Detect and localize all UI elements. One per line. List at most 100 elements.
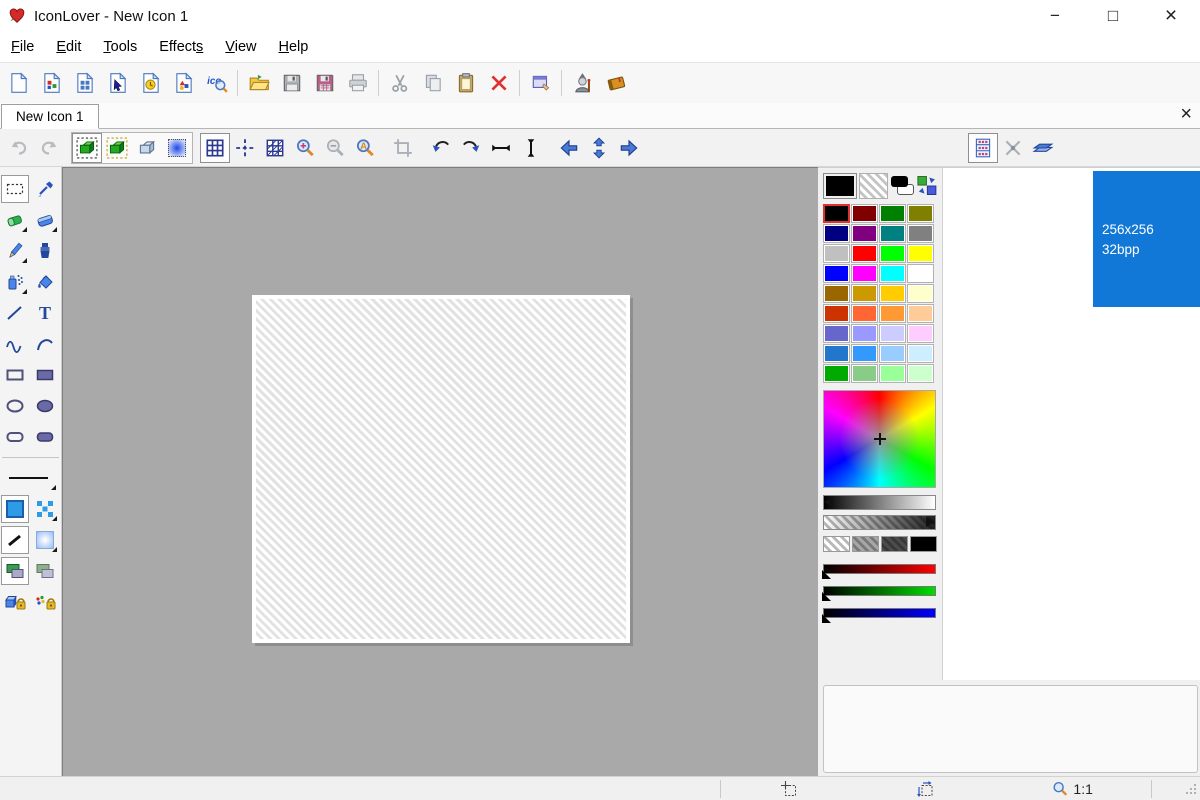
filled-rounded-rectangle-tool[interactable] [31,423,59,451]
filled-ellipse-tool[interactable] [31,392,59,420]
delete-frame-button[interactable] [998,133,1028,163]
line-width-selector[interactable] [1,464,58,492]
dither-style-tool[interactable] [31,495,59,523]
palette-swatch[interactable] [907,204,934,223]
show-grid-button[interactable] [200,133,230,163]
rotate-right-button[interactable] [456,133,486,163]
palette-swatch[interactable] [851,264,878,283]
palette-swatch[interactable] [851,284,878,303]
zoom-out-button[interactable] [320,133,350,163]
line-tool[interactable] [1,299,29,327]
palette-swatch[interactable] [851,244,878,263]
lock-colors-tool[interactable] [31,588,59,616]
smooth-line-tool[interactable] [1,526,29,554]
format-hot-button[interactable] [102,133,132,163]
palette-swatch[interactable] [823,364,850,383]
new-icon-button[interactable] [2,67,35,99]
palette-swatch[interactable] [823,264,850,283]
copy-button[interactable] [416,67,449,99]
alpha-swatch[interactable] [823,536,850,552]
brightness-slider[interactable] [823,495,936,510]
palette-swatch[interactable] [907,264,934,283]
image-list-panel[interactable]: 256x256 32bpp [942,168,1200,680]
palette-swatch[interactable] [879,304,906,323]
zoom-actual-button[interactable]: A [350,133,380,163]
flip-horizontal-button[interactable] [486,133,516,163]
palette-swatch[interactable] [879,244,906,263]
palette-swatch[interactable] [907,344,934,363]
current-color-swatch[interactable] [823,173,857,199]
eyedropper-tool[interactable] [31,175,59,203]
alpha-swatch[interactable] [910,536,937,552]
menu-view[interactable]: View [214,39,267,55]
shift-left-button[interactable] [554,133,584,163]
print-button[interactable] [341,67,374,99]
filled-rectangle-tool[interactable] [31,361,59,389]
palette-swatch[interactable] [851,324,878,343]
crop-button[interactable] [388,133,418,163]
zoom-in-button[interactable] [290,133,320,163]
format-3d-button[interactable] [132,133,162,163]
shift-vertical-button[interactable] [584,133,614,163]
palette-swatch[interactable] [907,324,934,343]
alpha-swatch[interactable] [852,536,879,552]
palette-swatch[interactable] [823,304,850,323]
artboard[interactable] [252,295,630,643]
frames-panel-button[interactable] [968,133,998,163]
layers-button[interactable] [1028,133,1058,163]
palette-swatch[interactable] [823,244,850,263]
cut-button[interactable] [383,67,416,99]
shift-right-button[interactable] [614,133,644,163]
delete-button[interactable] [482,67,515,99]
selected-image-item[interactable]: 256x256 32bpp [1093,171,1200,307]
show-thumbnail-grid-button[interactable] [260,133,290,163]
palette-swatch[interactable] [823,344,850,363]
select-tool[interactable] [1,175,29,203]
palette-swatch[interactable] [879,264,906,283]
flip-vertical-button[interactable] [516,133,546,163]
minimize-button[interactable]: − [1026,6,1084,26]
menu-help[interactable]: Help [267,39,319,55]
airbrush-tool[interactable] [1,268,29,296]
customize-button[interactable] [524,67,557,99]
color-replacer-tool[interactable] [1,206,29,234]
palette-swatch[interactable] [823,324,850,343]
close-button[interactable]: × [1142,4,1200,28]
arc-tool[interactable] [31,330,59,358]
palette-swatch[interactable] [907,304,934,323]
maximize-button[interactable]: □ [1084,6,1142,26]
blue-channel-slider[interactable] [823,608,936,618]
palette-swatch[interactable] [851,204,878,223]
solid-style-tool[interactable] [1,495,29,523]
palette-swatch[interactable] [907,224,934,243]
palette-swatch[interactable] [879,284,906,303]
swap-colors-icon[interactable] [916,173,939,199]
palette-swatch[interactable] [851,224,878,243]
palette-swatch[interactable] [907,244,934,263]
open-button[interactable] [242,67,275,99]
red-slider-thumb[interactable] [822,570,831,579]
palette-swatch[interactable] [879,224,906,243]
brush-tool[interactable] [31,237,59,265]
transparent-color-swatch[interactable] [859,173,888,199]
palette-swatch[interactable] [823,284,850,303]
alpha-swatch[interactable] [881,536,908,552]
wizard-button[interactable] [566,67,599,99]
format-normal-button[interactable] [72,133,102,163]
curve-tool[interactable] [1,330,29,358]
menu-effects[interactable]: Effects [148,39,214,55]
palette-swatch[interactable] [879,204,906,223]
fill-tool[interactable] [31,268,59,296]
menu-tools[interactable]: Tools [92,39,148,55]
green-slider-thumb[interactable] [822,592,831,601]
palette-swatch[interactable] [851,364,878,383]
green-channel-slider[interactable] [823,586,936,596]
color-picker-square[interactable] [823,390,936,488]
palette-swatch[interactable] [823,224,850,243]
lock-3d-tool[interactable] [1,588,29,616]
gradient-tool[interactable] [31,526,59,554]
multi-shape-tool[interactable] [1,557,29,585]
rounded-rectangle-tool[interactable] [1,423,29,451]
blue-slider-thumb[interactable] [822,614,831,623]
menu-file[interactable]: File [0,39,45,55]
